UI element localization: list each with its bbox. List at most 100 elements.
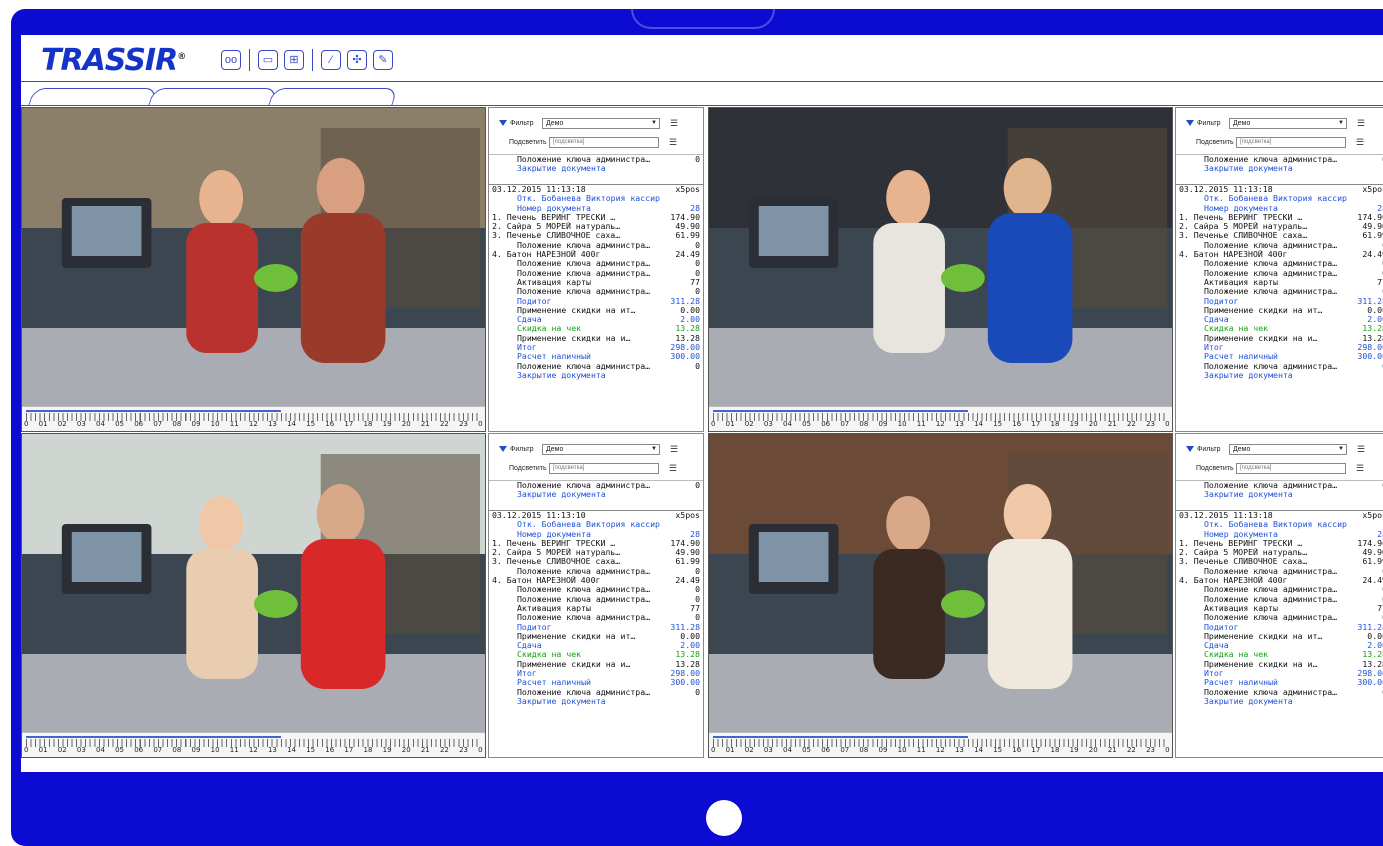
receipt-line-text: Положение ключа администра… [517, 155, 651, 164]
toolbar-icons: oo ▭ ⊞ ⁄ ✣ ✎ [221, 49, 399, 71]
highlight-row: Подсветить [подсветка] ☰ [489, 133, 703, 151]
receipt-line-text: Применение скидки на и… [1204, 333, 1318, 343]
receipt-line: Закрытие документа [489, 697, 703, 706]
timeline-progress [713, 410, 968, 412]
timeline[interactable]: 0 01 02 03 04 05 06 07 08 09 10 11 12 13 14 15 16 17 18 19 2… [709, 732, 1172, 757]
tab-1[interactable] [28, 88, 158, 106]
receipt-line-text: Положение ключа администра… [517, 361, 651, 371]
archive-icon[interactable]: oo [221, 50, 241, 70]
tab-3[interactable] [268, 88, 398, 106]
highlight-input[interactable]: [подсветка] [549, 462, 659, 474]
menu-icon[interactable]: ☰ [1356, 137, 1364, 148]
receipt-line-text: Закрытие документа [517, 370, 606, 380]
toolbar-separator [312, 49, 313, 71]
magic-icon[interactable]: ⁄ [321, 50, 341, 70]
timeline-label: 12 [248, 420, 258, 428]
menu-icon[interactable]: ☰ [670, 118, 678, 129]
pos-panel: Фильтр Демо ▼ ☰ Подсветить [подсветка] ☰ … [1175, 107, 1383, 432]
receipt-line: Отк. Бобанева Виктория кассир [1176, 194, 1383, 203]
toolbar: TRASSIR® oo ▭ ⊞ ⁄ ✣ ✎ [21, 35, 1383, 85]
timeline-label: 11 [229, 420, 239, 428]
layout-icon[interactable]: ⊞ [284, 50, 304, 70]
receipt-line-text: 1. Печень ВЕРИНГ ТРЕСКИ … [492, 212, 616, 222]
timeline[interactable]: 0 01 02 03 04 05 06 07 08 09 10 11 12 13 14 15 16 17 18 19 2… [22, 732, 485, 757]
camera-view[interactable]: 0 01 02 03 04 05 06 07 08 09 10 11 12 13 14 15 16 17 18 19 2… [21, 433, 486, 758]
receipt-line: Применение скидки на и…13.28 [1176, 659, 1383, 669]
home-button[interactable] [706, 800, 742, 836]
receipt-line-text: Сдача [517, 641, 542, 651]
receipt-line-text: Скидка на чек [1204, 324, 1269, 334]
receipt: 03.12.2015 11:13:18 x5pos Отк. Бобанева Ви… [1176, 510, 1383, 757]
timeline-label: 03 [76, 420, 86, 428]
menu-icon[interactable]: ☰ [669, 137, 677, 148]
filter-label: Фильтр [510, 119, 534, 127]
timeline-label: 01 [38, 420, 48, 428]
timeline-label: 06 [821, 746, 831, 754]
camera-view[interactable]: 0 01 02 03 04 05 06 07 08 09 10 11 12 13 14 15 16 17 18 19 2… [708, 433, 1173, 758]
filter-select[interactable]: Демо ▼ [542, 117, 660, 129]
receipt-line-text: Положение ключа администра… [1204, 259, 1338, 269]
timeline-label: 14 [287, 420, 296, 428]
filter-select[interactable]: Демо ▼ [542, 443, 660, 455]
plugin-icon[interactable]: ✣ [347, 50, 367, 70]
menu-icon[interactable]: ☰ [669, 463, 677, 474]
receipt-line-text: Сдача [517, 315, 542, 325]
receipt-line-text: Положение ключа администра… [1204, 594, 1338, 604]
receipt-line-value: 24.49 [1362, 575, 1383, 586]
filter-row: Фильтр Демо ▼ ☰ [1176, 114, 1383, 132]
receipt-line-text: 1. Печень ВЕРИНГ ТРЕСКИ … [1179, 538, 1303, 548]
receipt-line-text: Номер документа [1204, 529, 1278, 539]
menu-icon[interactable]: ☰ [1356, 463, 1364, 474]
receipt-line: Положение ключа администра…0 [489, 687, 703, 697]
timeline-labels: 0 01 02 03 04 05 06 07 08 09 10 11 12 13 14 15 16 17 18 19 2… [24, 420, 483, 428]
receipt-line: 2. Сайра 5 МОРЕЙ натураль…49.90 [1176, 221, 1383, 232]
timeline-label: 08 [859, 420, 869, 428]
menu-icon[interactable]: ☰ [670, 444, 678, 455]
camera-view[interactable]: 0 01 02 03 04 05 06 07 08 09 10 11 12 13 14 15 16 17 18 19 2… [21, 107, 486, 432]
receipt-line-text: 2. Сайра 5 МОРЕЙ натураль… [1179, 222, 1308, 232]
receipt-line: Отк. Бобанева Виктория кассир [489, 520, 703, 529]
timeline-label: 04 [782, 420, 792, 428]
timeline-progress [26, 736, 281, 738]
menu-icon[interactable]: ☰ [1357, 444, 1365, 455]
receipt-line-text: Номер документа [517, 529, 591, 539]
camera-view[interactable]: 0 01 02 03 04 05 06 07 08 09 10 11 12 13 14 15 16 17 18 19 2… [708, 107, 1173, 432]
highlight-input[interactable]: [подсветка] [549, 136, 659, 148]
timeline-label: 0 [24, 420, 29, 428]
edit-icon[interactable]: ✎ [373, 50, 393, 70]
receipt-line-text: 1. Печень ВЕРИНГ ТРЕСКИ … [492, 538, 616, 548]
camera-quadrant-2: 0 01 02 03 04 05 06 07 08 09 10 11 12 13 14 15 16 17 18 19 2… [708, 107, 1383, 432]
filter-select[interactable]: Демо ▼ [1229, 117, 1347, 129]
receipt-line-text: Отк. Бобанева Виктория кассир [1204, 520, 1347, 530]
filter-select[interactable]: Демо ▼ [1229, 443, 1347, 455]
tab-2[interactable] [148, 88, 278, 106]
menu-icon[interactable]: ☰ [1357, 118, 1365, 129]
receipt-datetime: 03.12.2015 11:13:18 [1179, 185, 1273, 194]
highlight-row: Подсветить [подсветка] ☰ [1176, 459, 1383, 477]
timeline-label: 19 [382, 746, 392, 754]
receipt-line-text: Закрытие документа [1204, 490, 1293, 500]
receipt-line-text: Положение ключа администра… [1204, 687, 1338, 697]
timeline[interactable]: 0 01 02 03 04 05 06 07 08 09 10 11 12 13 14 15 16 17 18 19 2… [709, 406, 1172, 431]
receipt-line-text: Положение ключа администра… [1204, 287, 1338, 297]
tab-bar-baseline [21, 105, 1383, 106]
highlight-input[interactable]: [подсветка] [1236, 462, 1346, 474]
timeline-label: 22 [1126, 420, 1136, 428]
timeline-label: 15 [993, 420, 1003, 428]
timeline-label: 07 [153, 746, 163, 754]
timeline-label: 03 [76, 746, 86, 754]
chat-icon[interactable]: ▭ [258, 50, 278, 70]
screen: TRASSIR® oo ▭ ⊞ ⁄ ✣ ✎ 0 01 02 03 04 05 0… [21, 35, 1383, 772]
receipt-line-value: 300.00 [1357, 351, 1383, 362]
timeline-label: 06 [134, 746, 144, 754]
timeline[interactable]: 0 01 02 03 04 05 06 07 08 09 10 11 12 13 14 15 16 17 18 19 2… [22, 406, 485, 431]
filter-row: Фильтр Демо ▼ ☰ [489, 114, 703, 132]
receipt-line-text: 3. Печенье СЛИВОЧНОЕ саха… [1179, 557, 1308, 567]
receipt-line: Положение ключа администра…0 [489, 585, 703, 595]
highlight-input[interactable]: [подсветка] [1236, 136, 1346, 148]
receipt-line-text: Скидка на чек [517, 324, 582, 334]
timeline-label: 08 [172, 420, 182, 428]
receipt-line: 3. Печенье СЛИВОЧНОЕ саха…61.99 [489, 557, 703, 567]
receipt-line: Подитог311.28 [1176, 622, 1383, 632]
receipt-line: Номер документа28 [1176, 203, 1383, 213]
